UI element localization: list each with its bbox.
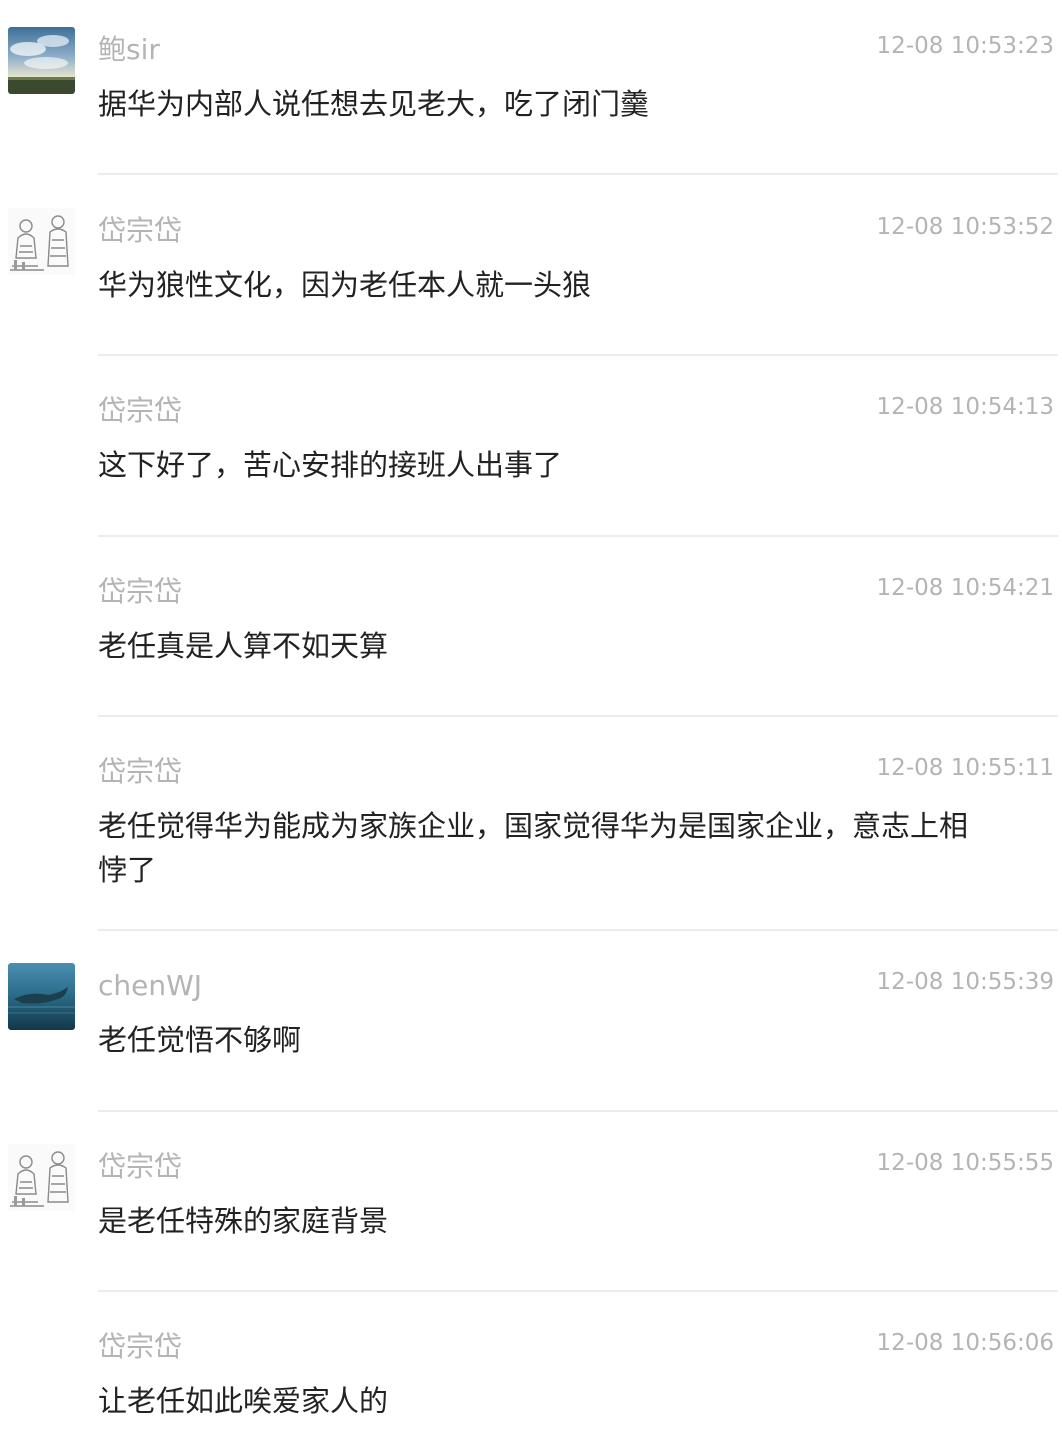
comment-divider	[98, 715, 1058, 717]
comment-text: 老任觉得华为能成为家族企业，国家觉得华为是国家企业，意志上相悖了	[98, 809, 969, 887]
comment-text: 是老任特殊的家庭背景	[98, 1204, 389, 1238]
sketch-figures-avatar[interactable]	[8, 208, 75, 275]
sky-clouds-avatar[interactable]	[8, 27, 75, 94]
comment-item: chenWJ 12-08 10:55:39 老任觉悟不够啊	[0, 936, 1062, 1110]
comment-author[interactable]: 岱宗岱	[98, 752, 182, 792]
comment-text: 老任觉悟不够啊	[98, 1023, 302, 1057]
comment-item: 鲍sir 12-08 10:53:23 据华为内部人说任想去见老大，吃了闭门羹	[0, 0, 1062, 174]
comment-text: 老任真是人算不如天算	[98, 629, 389, 663]
comment-item: 岱宗岱 12-08 10:56:06 让老任如此唉爱家人的	[0, 1297, 1062, 1449]
whale-ocean-avatar[interactable]	[8, 963, 75, 1030]
comment-divider	[98, 535, 1058, 537]
comment-timestamp: 12-08 10:56:06	[876, 1330, 1054, 1356]
comment-text: 华为狼性文化，因为老任本人就一头狼	[98, 268, 592, 302]
comment-item: 岱宗岱 12-08 10:55:55 是老任特殊的家庭背景	[0, 1117, 1062, 1291]
comment-timestamp: 12-08 10:53:23	[876, 33, 1054, 59]
comment-divider	[98, 1290, 1058, 1292]
comment-divider	[98, 929, 1058, 931]
comment-timestamp: 12-08 10:55:11	[876, 755, 1054, 781]
sketch-figures-avatar[interactable]	[8, 1144, 75, 1211]
comment-item: 岱宗岱 12-08 10:55:11 老任觉得华为能成为家族企业，国家觉得华为是…	[0, 722, 1062, 929]
comment-author[interactable]: 岱宗岱	[98, 211, 182, 251]
comment-timestamp: 12-08 10:54:13	[876, 394, 1054, 420]
comment-text: 这下好了，苦心安排的接班人出事了	[98, 448, 563, 482]
comment-divider	[98, 173, 1058, 175]
comment-author[interactable]: 岱宗岱	[98, 572, 182, 612]
comment-author[interactable]: 岱宗岱	[98, 391, 182, 431]
comment-item: 岱宗岱 12-08 10:54:21 老任真是人算不如天算	[0, 542, 1062, 716]
comment-timestamp: 12-08 10:55:55	[876, 1150, 1054, 1176]
comment-author[interactable]: chenWJ	[98, 966, 202, 1006]
comment-text: 让老任如此唉爱家人的	[98, 1384, 389, 1418]
comment-author[interactable]: 岱宗岱	[98, 1147, 182, 1187]
comment-author[interactable]: 鲍sir	[98, 30, 160, 70]
comment-timestamp: 12-08 10:53:52	[876, 214, 1054, 240]
comment-timestamp: 12-08 10:54:21	[876, 575, 1054, 601]
comment-divider	[98, 354, 1058, 356]
comment-timestamp: 12-08 10:55:39	[876, 969, 1054, 995]
comment-text: 据华为内部人说任想去见老大，吃了闭门羹	[98, 87, 650, 121]
comment-item: 岱宗岱 12-08 10:54:13 这下好了，苦心安排的接班人出事了	[0, 361, 1062, 535]
comment-item: 岱宗岱 12-08 10:53:52 华为狼性文化，因为老任本人就一头狼	[0, 181, 1062, 355]
comment-divider	[98, 1110, 1058, 1112]
comment-author[interactable]: 岱宗岱	[98, 1327, 182, 1367]
